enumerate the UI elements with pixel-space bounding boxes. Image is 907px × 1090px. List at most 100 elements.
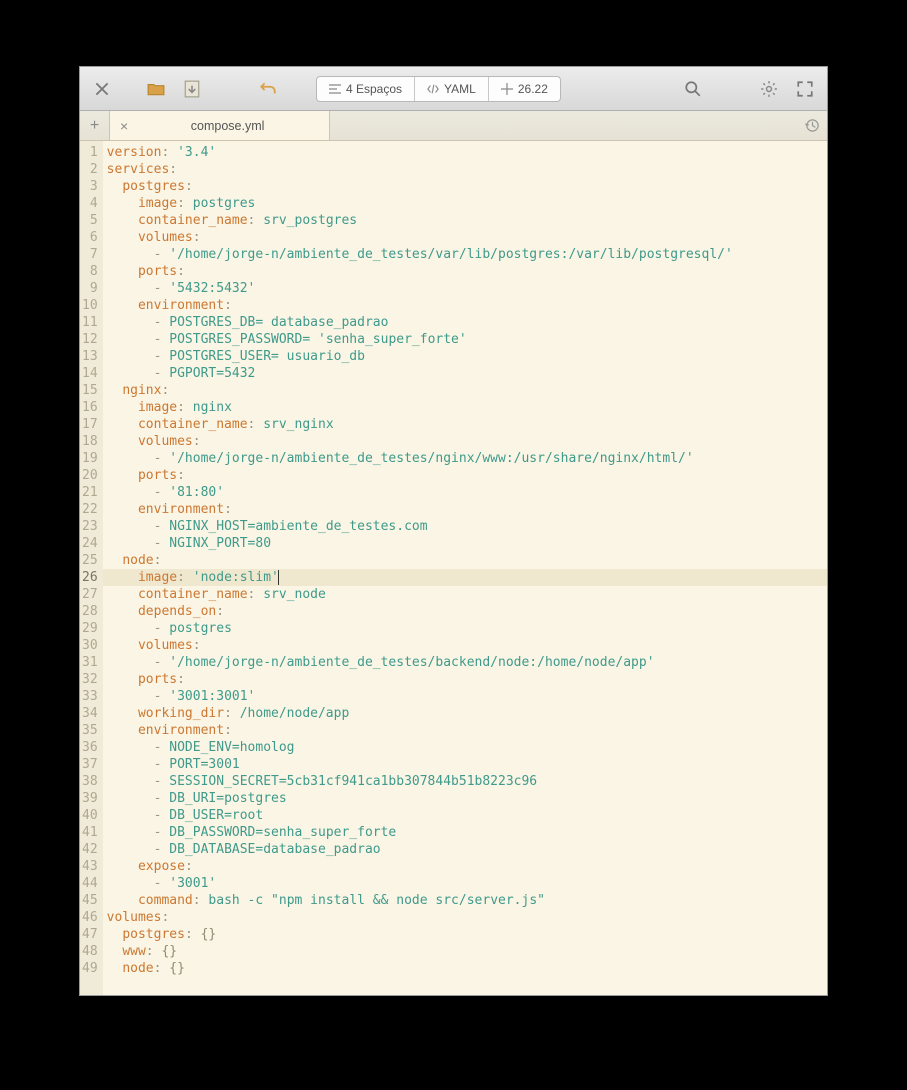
code-line[interactable]: environment:	[103, 297, 827, 314]
code-line[interactable]: - POSTGRES_USER= usuario_db	[103, 348, 827, 365]
line-number: 25	[82, 552, 98, 569]
line-number-gutter: 1234567891011121314151617181920212223242…	[80, 141, 103, 995]
new-tab-button[interactable]: +	[80, 111, 110, 140]
history-button[interactable]	[797, 111, 827, 140]
line-number: 28	[82, 603, 98, 620]
line-number: 16	[82, 399, 98, 416]
undo-button[interactable]	[252, 74, 284, 104]
code-line[interactable]: node: {}	[103, 960, 827, 977]
search-button[interactable]	[677, 74, 709, 104]
code-editor[interactable]: 1234567891011121314151617181920212223242…	[80, 141, 827, 995]
close-button[interactable]	[86, 74, 118, 104]
line-number: 8	[82, 263, 98, 280]
code-line[interactable]: - DB_DATABASE=database_padrao	[103, 841, 827, 858]
code-line[interactable]: www: {}	[103, 943, 827, 960]
code-line[interactable]: - '/home/jorge-n/ambiente_de_testes/var/…	[103, 246, 827, 263]
tab-close-button[interactable]: ×	[120, 118, 128, 134]
code-line[interactable]: - '3001'	[103, 875, 827, 892]
code-line[interactable]: node:	[103, 552, 827, 569]
position-indicator[interactable]: 26.22	[489, 77, 560, 101]
line-number: 26	[82, 569, 98, 586]
code-line[interactable]: version: '3.4'	[103, 144, 827, 161]
code-line[interactable]: environment:	[103, 501, 827, 518]
line-number: 43	[82, 858, 98, 875]
code-line[interactable]: volumes:	[103, 909, 827, 926]
line-number: 23	[82, 518, 98, 535]
line-number: 32	[82, 671, 98, 688]
code-line[interactable]: - POSTGRES_PASSWORD= 'senha_super_forte'	[103, 331, 827, 348]
open-folder-button[interactable]	[140, 74, 172, 104]
line-number: 47	[82, 926, 98, 943]
tab-compose-yml[interactable]: × compose.yml	[110, 111, 330, 140]
code-line[interactable]: image: nginx	[103, 399, 827, 416]
line-number: 44	[82, 875, 98, 892]
code-line[interactable]: ports:	[103, 263, 827, 280]
code-line[interactable]: working_dir: /home/node/app	[103, 705, 827, 722]
line-number: 4	[82, 195, 98, 212]
code-line[interactable]: - POSTGRES_DB= database_padrao	[103, 314, 827, 331]
code-line[interactable]: nginx:	[103, 382, 827, 399]
line-number: 21	[82, 484, 98, 501]
code-line[interactable]: - SESSION_SECRET=5cb31cf941ca1bb307844b5…	[103, 773, 827, 790]
code-line[interactable]: container_name: srv_node	[103, 586, 827, 603]
code-line[interactable]: - postgres	[103, 620, 827, 637]
code-line[interactable]: - NGINX_HOST=ambiente_de_testes.com	[103, 518, 827, 535]
line-number: 22	[82, 501, 98, 518]
code-line[interactable]: - '/home/jorge-n/ambiente_de_testes/back…	[103, 654, 827, 671]
search-icon	[684, 80, 702, 98]
expand-icon	[796, 80, 814, 98]
line-number: 12	[82, 331, 98, 348]
code-line[interactable]: image: 'node:slim'	[103, 569, 827, 586]
code-line[interactable]: postgres: {}	[103, 926, 827, 943]
code-line[interactable]: - PORT=3001	[103, 756, 827, 773]
code-line[interactable]: postgres:	[103, 178, 827, 195]
line-number: 18	[82, 433, 98, 450]
code-line[interactable]: depends_on:	[103, 603, 827, 620]
code-line[interactable]: - '3001:3001'	[103, 688, 827, 705]
code-line[interactable]: expose:	[103, 858, 827, 875]
code-line[interactable]: volumes:	[103, 637, 827, 654]
line-number: 24	[82, 535, 98, 552]
line-number: 37	[82, 756, 98, 773]
folder-icon	[147, 80, 165, 98]
line-number: 15	[82, 382, 98, 399]
code-line[interactable]: image: postgres	[103, 195, 827, 212]
line-number: 33	[82, 688, 98, 705]
code-line[interactable]: container_name: srv_nginx	[103, 416, 827, 433]
save-button[interactable]	[176, 74, 208, 104]
code-line[interactable]: - PGPORT=5432	[103, 365, 827, 382]
line-number: 30	[82, 637, 98, 654]
code-line[interactable]: - '/home/jorge-n/ambiente_de_testes/ngin…	[103, 450, 827, 467]
line-number: 48	[82, 943, 98, 960]
syntax-selector[interactable]: YAML	[415, 77, 489, 101]
close-icon	[93, 80, 111, 98]
line-number: 9	[82, 280, 98, 297]
fullscreen-button[interactable]	[789, 74, 821, 104]
code-line[interactable]: ports:	[103, 467, 827, 484]
code-line[interactable]: - DB_URI=postgres	[103, 790, 827, 807]
code-line[interactable]: volumes:	[103, 433, 827, 450]
code-line[interactable]: services:	[103, 161, 827, 178]
line-number: 1	[82, 144, 98, 161]
code-line[interactable]: - NODE_ENV=homolog	[103, 739, 827, 756]
code-line[interactable]: - NGINX_PORT=80	[103, 535, 827, 552]
code-line[interactable]: - DB_USER=root	[103, 807, 827, 824]
code-line[interactable]: - DB_PASSWORD=senha_super_forte	[103, 824, 827, 841]
code-content[interactable]: version: '3.4'services: postgres: image:…	[103, 141, 827, 995]
code-line[interactable]: container_name: srv_postgres	[103, 212, 827, 229]
history-icon	[805, 118, 820, 133]
code-line[interactable]: - '81:80'	[103, 484, 827, 501]
line-number: 11	[82, 314, 98, 331]
save-icon	[183, 80, 201, 98]
line-number: 34	[82, 705, 98, 722]
tab-bar: + × compose.yml	[80, 111, 827, 141]
code-line[interactable]: ports:	[103, 671, 827, 688]
indent-selector[interactable]: 4 Espaços	[317, 77, 415, 101]
code-line[interactable]: command: bash -c "npm install && node sr…	[103, 892, 827, 909]
line-number: 20	[82, 467, 98, 484]
code-line[interactable]: volumes:	[103, 229, 827, 246]
code-line[interactable]: - '5432:5432'	[103, 280, 827, 297]
code-line[interactable]: environment:	[103, 722, 827, 739]
line-number: 40	[82, 807, 98, 824]
settings-button[interactable]	[753, 74, 785, 104]
